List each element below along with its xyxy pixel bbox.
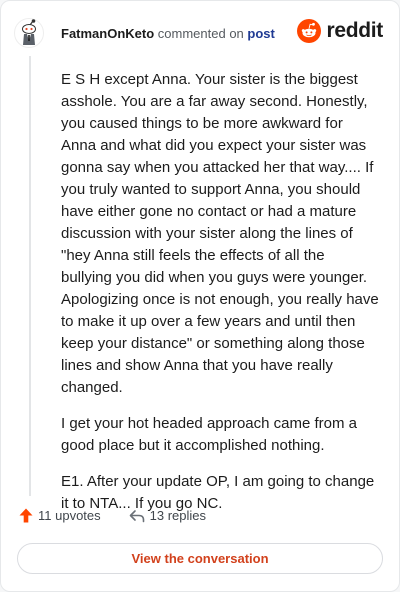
header-action-text: commented on: [157, 26, 244, 41]
upvote-count: 11 upvotes: [38, 508, 101, 523]
comment-paragraph: E S H except Anna. Your sister is the bi…: [61, 71, 379, 396]
reddit-logo-icon: [297, 19, 322, 43]
thread-line[interactable]: [29, 56, 31, 496]
comment-card: FatmanOnKeto commented on post reddit E …: [0, 0, 400, 592]
snoo-avatar-icon: [14, 18, 44, 48]
reply-button[interactable]: 13 replies: [129, 508, 206, 523]
reply-arrow-icon: [129, 509, 144, 522]
comment-actions: 11 upvotes 13 replies: [19, 508, 234, 523]
post-link[interactable]: post: [247, 26, 274, 41]
comment-body: E S H except Anna. Your sister is the bi…: [61, 69, 379, 529]
avatar[interactable]: [14, 18, 44, 48]
author-name[interactable]: FatmanOnKeto: [61, 26, 154, 41]
reddit-wordmark: reddit: [326, 19, 383, 42]
reply-count: 13 replies: [149, 508, 207, 523]
comment-header: FatmanOnKeto commented on post: [61, 26, 275, 42]
comment-paragraph: I get your hot headed approach came from…: [61, 415, 358, 454]
reddit-brand[interactable]: reddit: [297, 19, 383, 43]
upvote-arrow-icon: [19, 508, 33, 523]
upvote-button[interactable]: 11 upvotes: [19, 508, 101, 523]
view-conversation-button[interactable]: View the conversation: [17, 543, 383, 574]
